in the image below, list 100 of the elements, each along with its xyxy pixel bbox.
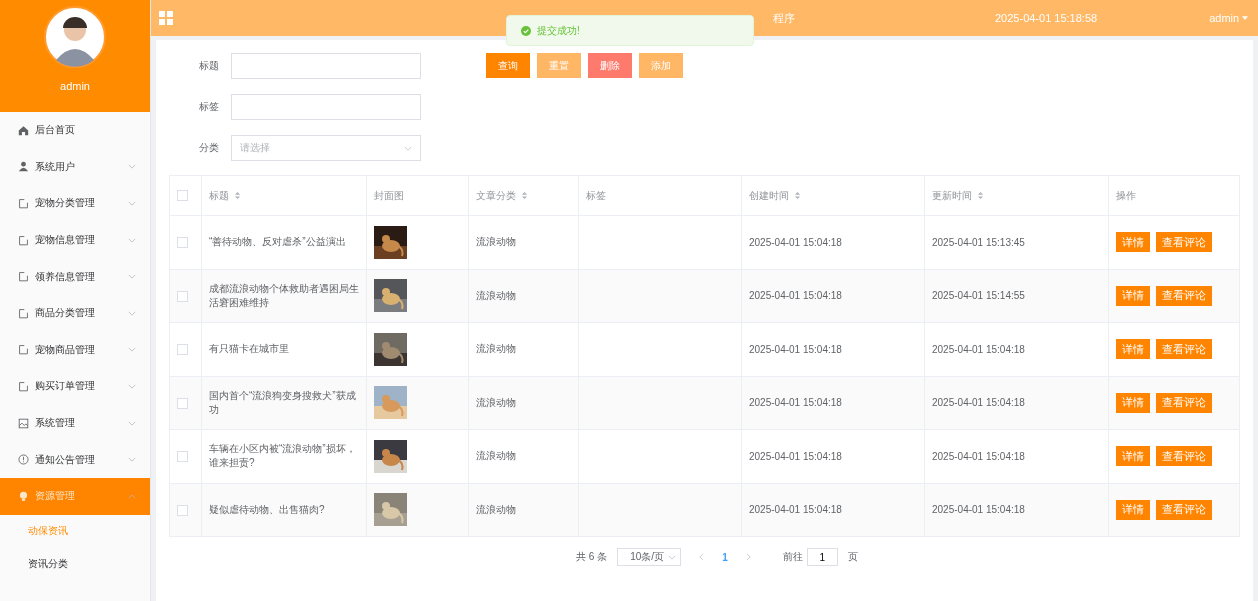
table-cell: 流浪动物	[476, 503, 516, 515]
chevron-icon	[128, 457, 136, 463]
user-menu[interactable]: admin	[1209, 12, 1240, 24]
table-cell: 2025-04-01 15:04:18	[749, 397, 842, 409]
row-action-button[interactable]: 详情	[1116, 392, 1150, 413]
caret-icon[interactable]	[1242, 16, 1249, 20]
table-cell: 流浪动物	[476, 236, 516, 248]
table-cell: 流浪动物	[476, 343, 516, 355]
menu-item[interactable]: 系统用户	[0, 148, 150, 186]
checkbox[interactable]	[177, 397, 188, 409]
chevron-icon	[668, 554, 677, 560]
bulb-icon	[18, 490, 29, 502]
table-cell: 2025-04-01 15:04:18	[749, 343, 842, 355]
app-title: 程序	[773, 10, 795, 26]
action-button[interactable]: 查询	[486, 53, 530, 78]
document-icon	[18, 344, 29, 356]
table-cell: 成都流浪动物个体救助者遇困局生活窘困难维持	[209, 282, 359, 308]
menu-item[interactable]: 后台首页	[0, 112, 150, 149]
filter-label: 标签	[199, 100, 220, 114]
table-cell: 2025-04-01 15:04:18	[749, 450, 842, 462]
table-cell: “善待动物、反对虐杀”公益演出	[209, 236, 346, 248]
table-cell: 2025-04-01 15:14:55	[932, 290, 1025, 302]
menu-item[interactable]: 宠物商品管理	[0, 331, 150, 369]
menu-item[interactable]: 资源管理	[0, 477, 150, 515]
next-page-icon[interactable]	[745, 553, 751, 561]
toast-message: 提交成功!	[537, 23, 580, 38]
page-suffix: 页	[847, 550, 858, 564]
page-size-select[interactable]: 10条/页	[617, 548, 682, 566]
checkbox[interactable]	[177, 504, 188, 516]
current-time: 2025-04-01 15:18:58	[995, 12, 1098, 24]
row-action-button[interactable]: 查看评论	[1156, 446, 1212, 467]
chevron-icon	[128, 420, 136, 426]
table-cell: 2025-04-01 15:04:18	[749, 504, 842, 516]
document-icon	[18, 234, 29, 246]
menu-item[interactable]: 购买订单管理	[0, 368, 150, 405]
avatar-icon	[44, 6, 106, 68]
action-button[interactable]: 重置	[537, 53, 581, 78]
table-cell: 2025-04-01 15:04:18	[932, 450, 1025, 462]
previous-page-icon[interactable]	[699, 553, 705, 561]
table-cell: 2025-04-01 15:04:18	[749, 290, 842, 302]
row-action-button[interactable]: 查看评论	[1156, 392, 1212, 413]
table-cell: 国内首个“流浪狗变身搜救犬”获成功	[209, 389, 356, 415]
page-input[interactable]: 1	[806, 548, 838, 566]
table-cell: 2025-04-01 15:04:18	[749, 236, 842, 248]
row-action-button[interactable]: 查看评论	[1156, 339, 1212, 360]
menu-item[interactable]: 商品分类管理	[0, 294, 150, 332]
menu-item[interactable]: 通知公告管理	[0, 441, 150, 478]
menu-item[interactable]: 宠物信息管理	[0, 221, 150, 259]
checkbox[interactable]	[177, 237, 188, 249]
action-button[interactable]: 添加	[639, 53, 683, 78]
table-cell: 2025-04-01 15:13:45	[932, 236, 1025, 248]
document-icon	[18, 198, 29, 209]
sort-icon[interactable]	[521, 191, 528, 200]
table-cell: 流浪动物	[476, 450, 516, 462]
chevron-icon	[128, 383, 136, 389]
grid-icon[interactable]	[159, 11, 173, 25]
checkbox[interactable]	[177, 190, 188, 202]
chevron-icon	[128, 347, 136, 353]
table-cell: 流浪动物	[476, 289, 516, 301]
goto-label: 前往	[782, 550, 803, 564]
checkbox[interactable]	[177, 290, 188, 302]
table-cell: 疑似虐待动物、出售猫肉?	[209, 503, 325, 515]
row-action-button[interactable]: 详情	[1116, 499, 1150, 520]
filter-label: 标题	[199, 59, 220, 73]
row-action-button[interactable]: 查看评论	[1156, 499, 1212, 520]
checkbox[interactable]	[177, 451, 188, 463]
filter-label: 分类	[199, 141, 220, 155]
row-action-button[interactable]: 详情	[1116, 339, 1150, 360]
row-action-button[interactable]: 详情	[1116, 232, 1150, 253]
menu-item[interactable]: 领养信息管理	[0, 258, 150, 295]
table-cell: 2025-04-01 15:04:18	[932, 397, 1025, 409]
column-header: 操作	[1116, 188, 1136, 203]
menu-item[interactable]: 宠物分类管理	[0, 185, 150, 222]
input-field[interactable]	[231, 53, 421, 79]
input-field[interactable]	[231, 94, 421, 120]
submenu-item[interactable]: 动保资讯	[0, 514, 150, 548]
sort-icon[interactable]	[234, 191, 241, 200]
action-button[interactable]: 删除	[588, 53, 632, 78]
submenu-item[interactable]: 资讯分类	[0, 547, 150, 581]
chevron-icon	[128, 237, 136, 243]
table-cell: 有只猫卡在城市里	[209, 343, 289, 355]
home-icon	[18, 124, 29, 136]
sort-icon[interactable]	[794, 191, 801, 200]
user-icon	[18, 161, 29, 173]
column-header: 文章分类	[476, 188, 528, 203]
page-number[interactable]: 1	[722, 551, 728, 563]
chevron-icon	[128, 493, 136, 499]
row-action-button[interactable]: 详情	[1116, 446, 1150, 467]
info-icon	[18, 454, 29, 466]
column-header: 封面图	[374, 188, 404, 203]
chevron-icon	[128, 310, 136, 316]
row-action-button[interactable]: 查看评论	[1156, 232, 1212, 253]
sort-icon[interactable]	[977, 191, 984, 200]
checkbox[interactable]	[177, 344, 188, 356]
row-action-button[interactable]: 查看评论	[1156, 285, 1212, 306]
table-cell: 2025-04-01 15:04:18	[932, 343, 1025, 355]
chevron-icon	[128, 201, 136, 206]
select-field[interactable]: 请选择	[231, 135, 421, 161]
menu-item[interactable]: 系统管理	[0, 404, 150, 442]
row-action-button[interactable]: 详情	[1116, 285, 1150, 306]
